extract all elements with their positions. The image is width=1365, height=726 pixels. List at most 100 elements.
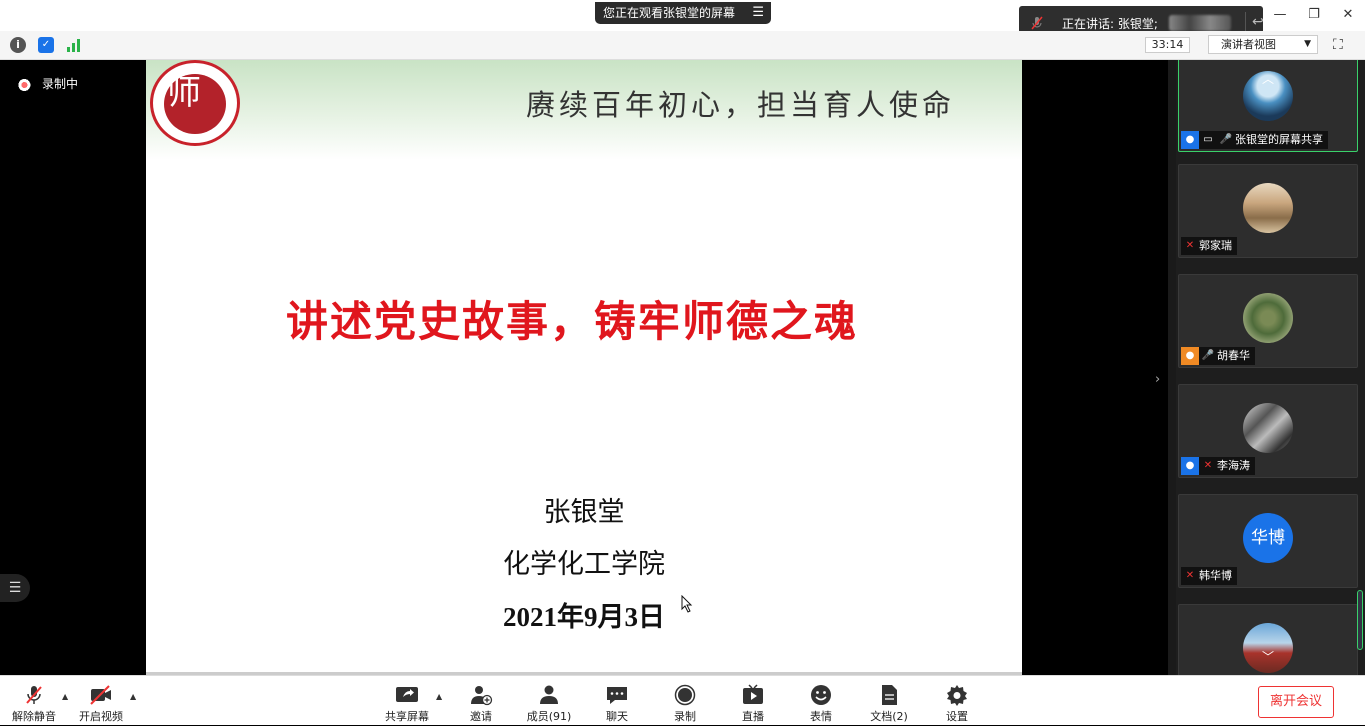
leave-meeting-button[interactable]: 离开会议 [1258, 686, 1334, 718]
invite-label: 邀请 [470, 710, 492, 723]
slide-date: 2021年9月3日 [503, 602, 665, 632]
share-screen-label: 共享屏幕 [385, 710, 429, 723]
settings-button[interactable]: 设置 [938, 676, 976, 726]
participant-tile[interactable]: ● 🎤 胡春华 [1178, 274, 1358, 368]
avatar [1243, 293, 1293, 343]
participant-namebar: ✕ 韩华博 [1181, 567, 1237, 585]
participant-namebar: ● ▭ 🎤 张银堂的屏幕共享 [1181, 131, 1328, 149]
participant-namebar: ● ✕ 李海涛 [1181, 457, 1255, 475]
share-screen-icon [395, 684, 419, 706]
chat-label: 聊天 [606, 710, 628, 723]
avatar: 华博 [1243, 513, 1293, 563]
participant-gallery[interactable]: ● ▭ 🎤 张银堂的屏幕共享 ✕ 郭家瑞 ● 🎤 胡春华 ● ✕ 李海涛 华博 … [1176, 60, 1365, 675]
recording-cloud-icon [18, 78, 34, 91]
user-icon: ● [1181, 131, 1199, 149]
unmute-button[interactable]: 解除静音 [8, 676, 60, 726]
speaker-names-blurred [1169, 15, 1231, 31]
participant-name: 郭家瑞 [1199, 239, 1232, 252]
muted-mic-icon: ✕ [1203, 460, 1213, 471]
record-label: 录制 [674, 710, 696, 723]
video-off-icon [89, 684, 113, 706]
gap-pane [1022, 60, 1168, 675]
participant-name: 胡春华 [1217, 349, 1250, 362]
share-banner-label: 您正在观看张银堂的屏幕 [603, 6, 736, 20]
start-video-button[interactable]: 开启视频 [76, 676, 126, 726]
reactions-label: 表情 [810, 710, 832, 723]
participant-tile[interactable]: 华博 ✕ 韩华博 [1178, 494, 1358, 588]
invite-button[interactable]: 邀请 [462, 676, 500, 726]
add-user-icon [469, 684, 493, 706]
screen-share-banner[interactable]: 您正在观看张银堂的屏幕 ☰ [595, 2, 771, 24]
shield-icon[interactable]: ✓ [38, 37, 54, 53]
meeting-controls-bar: 解除静音 ▲ 开启视频 ▲ 共享屏幕 ▲ 邀请 成员(91) 聊天 录制 直播 … [0, 675, 1365, 725]
gear-icon [945, 684, 969, 706]
participant-name: 张银堂的屏幕共享 [1235, 133, 1323, 146]
chevron-up-icon[interactable]: ︿ [1262, 70, 1274, 87]
chevron-down-icon: ▼ [1304, 39, 1311, 49]
record-button[interactable]: 录制 [666, 676, 704, 726]
docs-label: 文档(2) [870, 710, 908, 723]
chevron-right-icon[interactable]: › [1155, 372, 1160, 387]
mouse-cursor-icon [681, 595, 693, 613]
unmute-label: 解除静音 [12, 710, 56, 723]
recording-label: 录制中 [42, 77, 79, 91]
caret-up-icon[interactable]: ▲ [436, 692, 442, 701]
slide-department: 化学化工学院 [503, 549, 665, 579]
participant-namebar: ✕ 郭家瑞 [1181, 237, 1237, 255]
mic-icon: 🎤 [1219, 134, 1233, 145]
start-video-label: 开启视频 [79, 710, 123, 723]
participant-name: 李海涛 [1217, 459, 1250, 472]
live-stream-icon [741, 684, 765, 706]
window-controls: — ❐ ✕ [1263, 0, 1365, 31]
recording-indicator: 录制中 [18, 75, 78, 92]
live-button[interactable]: 直播 [734, 676, 772, 726]
user-icon: ● [1181, 457, 1199, 475]
members-button[interactable]: 成员(91) [524, 676, 574, 726]
restore-icon[interactable]: ❐ [1297, 0, 1331, 31]
university-logo: 师 [150, 60, 240, 146]
docs-button[interactable]: 文档(2) [866, 676, 912, 726]
view-label: 演讲者视图 [1221, 38, 1276, 51]
muted-mic-icon [1031, 16, 1043, 30]
reactions-button[interactable]: 表情 [802, 676, 840, 726]
emoji-icon [809, 684, 833, 706]
fullscreen-icon[interactable]: ⛶ [1333, 37, 1343, 53]
list-icon[interactable]: ☰ [0, 574, 30, 602]
muted-mic-icon: ✕ [1185, 570, 1195, 581]
share-screen-button[interactable]: 共享屏幕 [382, 676, 432, 726]
minimize-icon[interactable]: — [1263, 0, 1297, 31]
settings-label: 设置 [946, 710, 968, 723]
info-icon[interactable]: i [10, 37, 26, 53]
slide-author: 张银堂 [543, 497, 625, 527]
record-icon [673, 684, 697, 706]
caret-up-icon[interactable]: ▲ [130, 692, 136, 701]
close-icon[interactable]: ✕ [1331, 0, 1365, 31]
muted-mic-icon: ✕ [1185, 240, 1195, 251]
meeting-timer: 33:14 [1145, 37, 1190, 53]
participant-namebar: ● 🎤 胡春华 [1181, 347, 1255, 365]
view-selector[interactable]: 演讲者视图 ▼ [1208, 35, 1318, 54]
avatar [1243, 183, 1293, 233]
chat-button[interactable]: 聊天 [598, 676, 636, 726]
slide-motto: 赓续百年初心，担当育人使命 [526, 88, 956, 122]
chevron-down-icon[interactable]: ﹀ [1262, 648, 1274, 665]
mic-icon: 🎤 [1201, 350, 1215, 361]
participant-tile[interactable]: ✕ 郭家瑞 [1178, 164, 1358, 258]
muted-mic-icon [22, 684, 46, 706]
document-icon [877, 684, 901, 706]
caret-up-icon[interactable]: ▲ [62, 692, 68, 701]
signal-icon[interactable] [66, 37, 82, 53]
participant-tile[interactable]: ● ✕ 李海涛 [1178, 384, 1358, 478]
chat-icon [605, 684, 629, 706]
participant-name: 韩华博 [1199, 569, 1232, 582]
menu-icon[interactable]: ☰ [752, 2, 764, 24]
screen-share-icon: ▭ [1203, 134, 1213, 145]
slide-title: 讲述党史故事，铸牢师德之魂 [286, 297, 859, 346]
gallery-scrollbar[interactable] [1357, 590, 1363, 650]
members-label: 成员(91) [526, 710, 572, 723]
shared-screen-slide: 师 赓续百年初心，担当育人使命 讲述党史故事，铸牢师德之魂 张银堂 化学化工学院… [146, 60, 1022, 672]
live-label: 直播 [742, 710, 764, 723]
user-icon: ● [1181, 347, 1199, 365]
members-icon [537, 684, 561, 706]
speaker-label: 正在讲话: 张银堂; [1062, 17, 1158, 31]
